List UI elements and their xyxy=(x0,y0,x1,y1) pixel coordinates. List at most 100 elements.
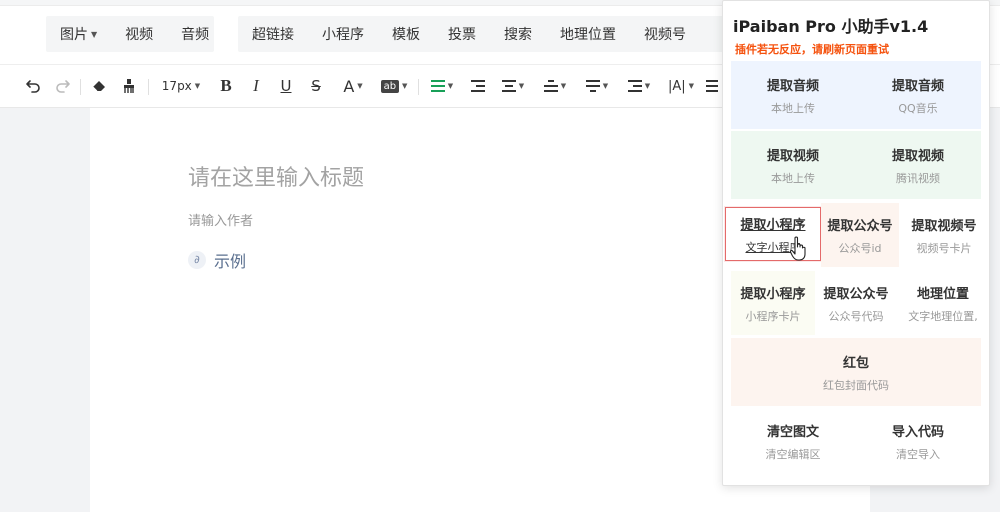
plugin-title: iPaiban Pro 小助手v1.4 xyxy=(733,17,929,36)
undo-button[interactable] xyxy=(22,75,44,97)
extract-video-local-tile[interactable]: 提取视频 本地上传 xyxy=(731,131,855,199)
chevron-down-icon: ▼ xyxy=(644,82,651,90)
media-insert-group: 图片 ▼ 视频 音频 xyxy=(46,16,214,52)
chevron-down-icon: ▼ xyxy=(402,82,408,90)
example-link[interactable]: ∂ 示例 xyxy=(188,248,246,272)
insert-channels-button[interactable]: 视频号 xyxy=(644,24,686,44)
tile-sublabel: 清空导入 xyxy=(896,447,940,461)
insert-search-button[interactable]: 搜索 xyxy=(504,24,532,44)
import-code-tile[interactable]: 导入代码 清空导入 xyxy=(855,407,981,475)
link-icon: ∂ xyxy=(188,251,206,269)
spacing-before-button[interactable]: ▼ xyxy=(540,75,570,97)
tile-sublabel: 文字地理位置, xyxy=(908,309,978,323)
tile-sublabel: 本地上传 xyxy=(771,101,815,115)
toolbar-divider xyxy=(80,79,81,95)
chevron-down-icon: ▼ xyxy=(91,29,98,39)
insert-video-label: 视频 xyxy=(125,27,154,43)
tile-sublabel: 公众号id xyxy=(838,241,882,255)
insert-hyperlink-button[interactable]: 超链接 xyxy=(252,24,294,44)
eraser-icon xyxy=(92,81,105,92)
red-packet-cover-tile[interactable]: 红包 红包封面代码 xyxy=(731,338,981,406)
extract-audio-local-tile[interactable]: 提取音频 本地上传 xyxy=(731,61,855,129)
tile-sublabel: QQ音乐 xyxy=(898,101,938,115)
chevron-down-icon: ▼ xyxy=(688,82,695,90)
background-color-button[interactable]: ab ▼ xyxy=(378,75,410,97)
letter-spacing-button[interactable]: |A| ▼ xyxy=(664,75,698,97)
line-height-button[interactable]: ▼ xyxy=(624,75,654,97)
plugin-panel: iPaiban Pro 小助手v1.4 插件若无反应，请刷新页面重试 提取音频 … xyxy=(722,0,990,486)
insert-video-button[interactable]: 视频 xyxy=(125,24,153,44)
hand-pointer-icon xyxy=(789,236,806,261)
tile-label: 提取视频 xyxy=(766,148,819,164)
insert-location-button[interactable]: 地理位置 xyxy=(560,24,616,44)
tile-label: 提取音频 xyxy=(891,78,944,94)
strikethrough-button[interactable]: S xyxy=(306,75,326,97)
plugin-warning: 插件若无反应，请刷新页面重试 xyxy=(735,43,889,56)
chevron-down-icon: ▼ xyxy=(447,82,454,90)
italic-button[interactable]: I xyxy=(246,75,266,97)
format-painter-icon xyxy=(124,79,134,93)
chevron-down-icon: ▼ xyxy=(518,82,525,90)
tile-label: 红包 xyxy=(842,355,869,371)
insert-audio-label: 音频 xyxy=(181,27,210,43)
extract-video-tencent-tile[interactable]: 提取视频 腾讯视频 xyxy=(855,131,981,199)
spacing-after-icon xyxy=(585,80,600,92)
clear-format-button[interactable] xyxy=(88,75,110,97)
tile-sublabel: 本地上传 xyxy=(771,171,815,185)
spacing-before-icon xyxy=(543,80,558,92)
indent-button[interactable] xyxy=(468,75,488,97)
extract-audio-qq-tile[interactable]: 提取音频 QQ音乐 xyxy=(855,61,981,129)
format-painter-button[interactable] xyxy=(118,75,140,97)
tile-label: 提取视频号 xyxy=(911,218,977,234)
align-justify-button[interactable]: ▼ xyxy=(426,75,458,97)
insert-vote-button[interactable]: 投票 xyxy=(448,24,476,44)
background-color-label: ab xyxy=(380,79,400,93)
clear-editor-tile[interactable]: 清空图文 清空编辑区 xyxy=(731,407,855,475)
tile-label: 提取小程序 xyxy=(740,217,806,233)
insert-image-button[interactable]: 图片 ▼ xyxy=(60,24,97,44)
example-link-label: 示例 xyxy=(214,252,247,271)
tile-label: 提取公众号 xyxy=(827,218,893,234)
redo-button[interactable] xyxy=(52,75,74,97)
font-color-button[interactable]: A ▼ xyxy=(338,75,368,97)
tile-label: 导入代码 xyxy=(891,424,944,440)
font-size-select[interactable]: 17px ▼ xyxy=(156,75,206,97)
tile-sublabel: 红包封面代码 xyxy=(823,378,889,392)
undo-icon xyxy=(26,80,40,93)
font-color-label: A xyxy=(343,76,355,96)
extract-channels-card-tile[interactable]: 提取视频号 视频号卡片 xyxy=(899,203,989,267)
extract-account-code-tile[interactable]: 提取公众号 公众号代码 xyxy=(815,271,897,335)
paragraph-spacing-icon xyxy=(501,80,516,92)
tile-label: 提取小程序 xyxy=(740,286,806,302)
line-height-icon xyxy=(627,80,642,92)
title-input[interactable]: 请在这里输入标题 xyxy=(188,160,364,192)
letter-spacing-label: |A| xyxy=(667,78,686,94)
extract-miniprogram-card-tile[interactable]: 提取小程序 小程序卡片 xyxy=(731,271,815,335)
font-size-value: 17px xyxy=(161,79,192,93)
insert-audio-button[interactable]: 音频 xyxy=(181,24,209,44)
tile-sublabel: 小程序卡片 xyxy=(745,309,801,323)
toolbar-divider xyxy=(148,79,149,95)
location-text-tile[interactable]: 地理位置 文字地理位置, xyxy=(897,271,989,335)
paragraph-spacing-button[interactable]: ▼ xyxy=(498,75,528,97)
redo-icon xyxy=(56,80,70,93)
tile-label: 提取音频 xyxy=(766,78,819,94)
indent-icon xyxy=(471,80,485,92)
chevron-down-icon: ▼ xyxy=(357,82,363,90)
list-icon xyxy=(706,80,718,92)
toolbar-divider xyxy=(418,79,419,95)
tile-label: 地理位置 xyxy=(916,286,969,302)
underline-button[interactable]: U xyxy=(276,75,296,97)
tile-label: 提取视频 xyxy=(891,148,944,164)
tile-sublabel: 清空编辑区 xyxy=(765,447,821,461)
tile-sublabel: 腾讯视频 xyxy=(896,171,940,185)
more-format-button[interactable] xyxy=(704,75,720,97)
insert-miniprogram-button[interactable]: 小程序 xyxy=(322,24,364,44)
bold-button[interactable]: B xyxy=(216,75,236,97)
spacing-after-button[interactable]: ▼ xyxy=(582,75,612,97)
author-input[interactable]: 请输入作者 xyxy=(188,210,253,229)
content-insert-group: 超链接 小程序 模板 投票 搜索 地理位置 视频号 xyxy=(238,16,728,52)
tile-sublabel: 视频号卡片 xyxy=(916,241,972,255)
extract-account-id-tile[interactable]: 提取公众号 公众号id xyxy=(821,203,899,267)
insert-template-button[interactable]: 模板 xyxy=(392,24,420,44)
